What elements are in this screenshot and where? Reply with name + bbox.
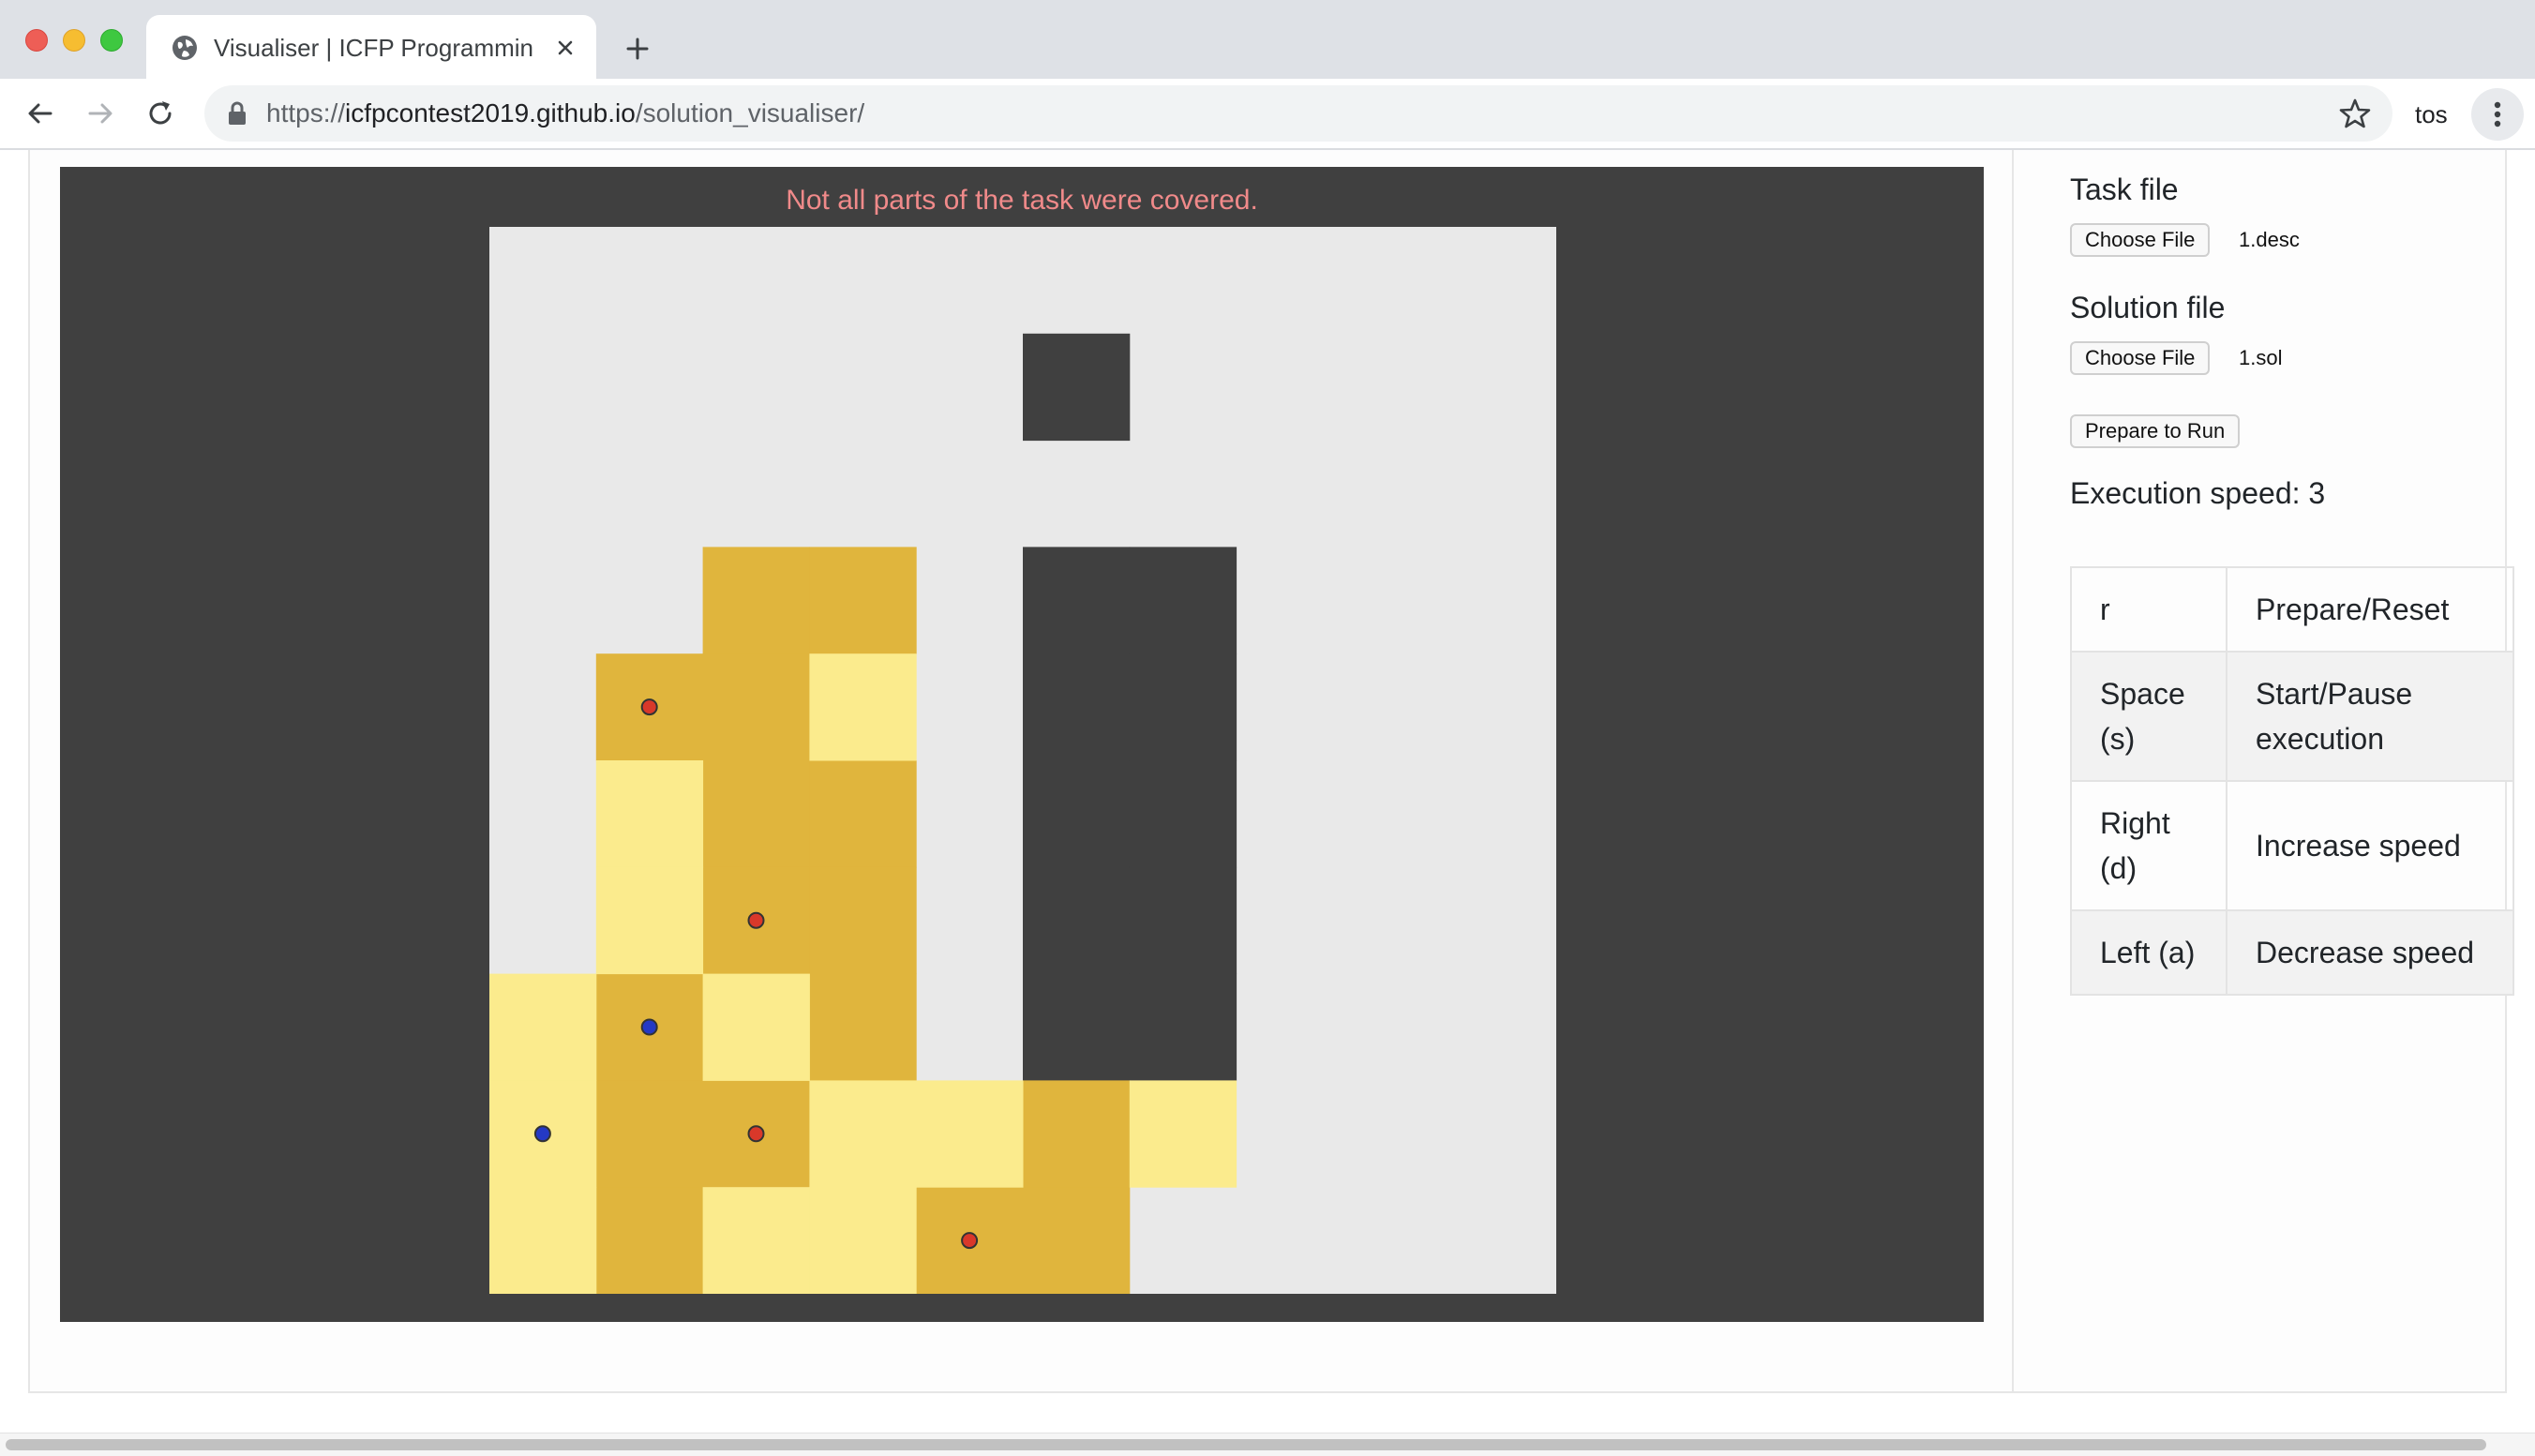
covered-cell <box>702 973 810 1081</box>
covered-cell <box>489 973 597 1081</box>
action-cell: Prepare/Reset <box>2226 566 2514 653</box>
column-divider <box>2012 150 2014 1393</box>
booster-red-dot <box>961 1232 979 1250</box>
covered-cell <box>809 1080 917 1188</box>
visualiser-canvas: Not all parts of the task were covered. <box>60 167 1984 1322</box>
covered-cell <box>809 1187 917 1294</box>
booster-red-dot <box>747 1125 765 1143</box>
action-cell: Start/Pause execution <box>2226 651 2514 782</box>
obstacle-cell <box>1129 973 1238 1081</box>
key-cell: r <box>2070 566 2228 653</box>
task-file-label: Task file <box>2070 173 2179 206</box>
url-text[interactable]: https://icfpcontest2019.github.io/soluti… <box>266 97 864 130</box>
new-tab-icon[interactable] <box>619 30 656 68</box>
action-cell: Decrease speed <box>2226 909 2514 996</box>
wrapped-cell <box>809 973 917 1081</box>
booster-red-dot <box>747 911 765 929</box>
browser-tab-active[interactable]: Visualiser | ICFP Programming <box>146 15 596 79</box>
url-host: icfpcontest2019.github.io <box>345 98 636 128</box>
obstacle-cell <box>1023 333 1131 442</box>
browser-menu-button[interactable] <box>2471 88 2524 141</box>
solution-file-button[interactable]: Choose File <box>2070 341 2211 375</box>
bookmark-star-icon[interactable] <box>2338 97 2372 130</box>
wrapped-cell <box>809 760 917 868</box>
table-row: Space (s) Start/Pause execution <box>2070 651 2514 782</box>
covered-cell <box>1129 1080 1238 1188</box>
covered-cell <box>595 866 704 975</box>
scrollbar-thumb[interactable] <box>6 1439 2486 1450</box>
profile-name[interactable]: tos <box>2415 98 2448 131</box>
obstacle-cell <box>1023 973 1131 1081</box>
more-vert-icon <box>2494 101 2501 128</box>
solution-file-label: Solution file <box>2070 291 2226 324</box>
obstacle-cell <box>1023 760 1131 868</box>
window-zoom-button[interactable] <box>100 29 123 52</box>
wrapped-cell <box>1023 1080 1131 1188</box>
wrapped-cell <box>595 1080 704 1188</box>
booster-blue-dot <box>533 1125 551 1143</box>
browser-tab-strip: Visualiser | ICFP Programming <box>0 0 2535 79</box>
address-bar[interactable]: https://icfpcontest2019.github.io/soluti… <box>204 85 2392 142</box>
covered-cell <box>489 1187 597 1294</box>
covered-cell <box>809 653 917 761</box>
reload-icon[interactable] <box>142 96 178 131</box>
solution-file-name: 1.sol <box>2239 346 2283 369</box>
wrapped-cell <box>809 547 917 654</box>
obstacle-cell <box>1023 547 1131 654</box>
obstacle-cell <box>1023 653 1131 761</box>
action-cell: Increase speed <box>2226 780 2514 911</box>
table-row: Left (a) Decrease speed <box>2070 909 2514 996</box>
back-arrow-icon[interactable] <box>22 96 58 131</box>
wrapped-cell <box>702 653 810 761</box>
key-cell: Space (s) <box>2070 651 2228 782</box>
prepare-to-run-button[interactable]: Prepare to Run <box>2070 414 2241 448</box>
table-row: Right (d) Increase speed <box>2070 780 2514 911</box>
task-file-button[interactable]: Choose File <box>2070 223 2211 257</box>
wrapped-cell <box>595 1187 704 1294</box>
wrapped-cell <box>809 866 917 975</box>
browser-toolbar: https://icfpcontest2019.github.io/soluti… <box>0 79 2535 150</box>
horizontal-scrollbar[interactable] <box>0 1433 2535 1456</box>
booster-blue-dot <box>640 1018 658 1036</box>
obstacle-cell <box>1129 547 1238 654</box>
tab-title: Visualiser | ICFP Programming <box>214 34 532 62</box>
task-file-name: 1.desc <box>2239 228 2300 251</box>
task-grid <box>489 227 1556 1294</box>
page-content: Not all parts of the task were covered. … <box>0 150 2535 1433</box>
table-row: r Prepare/Reset <box>2070 566 2514 653</box>
obstacle-cell <box>1129 653 1238 761</box>
key-cell: Right (d) <box>2070 780 2228 911</box>
execution-speed: Execution speed: 3 <box>2070 476 2326 510</box>
key-bindings-table: r Prepare/Reset Space (s) Start/Pause ex… <box>2070 566 2514 996</box>
booster-red-dot <box>640 698 658 716</box>
covered-cell <box>702 1187 810 1294</box>
window-minimize-button[interactable] <box>63 29 85 52</box>
lock-icon[interactable] <box>227 101 248 126</box>
close-icon[interactable] <box>551 34 579 62</box>
wrapped-cell <box>1023 1187 1131 1294</box>
url-scheme: https:// <box>266 98 346 128</box>
obstacle-cell <box>1023 866 1131 975</box>
visualiser-container: Not all parts of the task were covered. … <box>28 150 2514 1393</box>
covered-cell <box>916 1080 1024 1188</box>
key-cell: Left (a) <box>2070 909 2228 996</box>
wrapped-cell <box>702 547 810 654</box>
obstacle-cell <box>1129 866 1238 975</box>
status-message: Not all parts of the task were covered. <box>786 185 1258 216</box>
window-close-button[interactable] <box>25 29 48 52</box>
obstacle-cell <box>1129 760 1238 868</box>
forward-arrow-icon[interactable] <box>82 96 118 131</box>
covered-cell <box>595 760 704 868</box>
wrapped-cell <box>702 760 810 868</box>
url-path: /solution_visualiser/ <box>635 98 865 128</box>
globe-icon <box>172 36 197 60</box>
